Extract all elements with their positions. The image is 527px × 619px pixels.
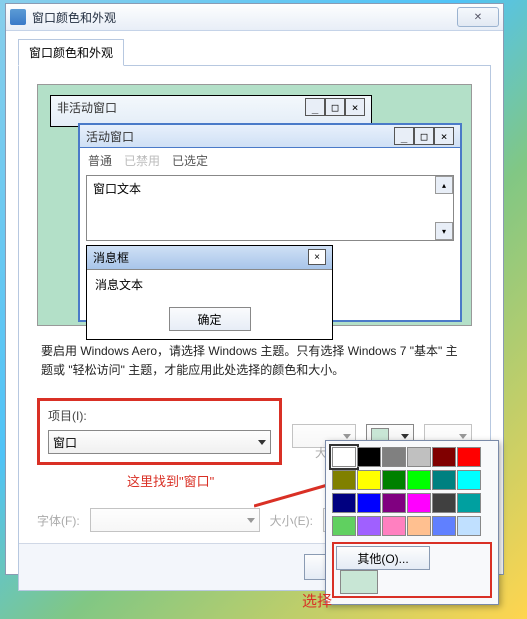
palette-color[interactable]	[457, 470, 481, 490]
close-icon: ×	[308, 249, 326, 265]
window-text-box: 窗口文本 ▴ ▾	[86, 175, 454, 241]
palette-color[interactable]	[382, 516, 406, 536]
palette-color[interactable]	[432, 493, 456, 513]
palette-color[interactable]	[357, 516, 381, 536]
chevron-down-icon	[459, 434, 467, 439]
fontsize-label: 大小(E):	[270, 512, 313, 529]
palette-color[interactable]	[332, 470, 356, 490]
chevron-down-icon	[343, 434, 351, 439]
palette-color[interactable]	[432, 470, 456, 490]
menu-bar: 普通 已禁用 已选定	[80, 148, 460, 173]
close-icon: ×	[345, 98, 365, 116]
color-palette-popup: 其他(O)...	[325, 440, 499, 605]
preview-area: 非活动窗口 _ □ × 活动窗口 _ □ ×	[37, 84, 472, 326]
msgbox-title: 消息框	[93, 249, 308, 266]
inactive-window-title: 非活动窗口	[57, 99, 305, 116]
select-annotation: 选择	[302, 590, 332, 611]
item-highlight: 项目(I): 窗口	[37, 398, 282, 465]
active-window: 活动窗口 _ □ × 普通 已禁用 已选定 窗口文本 ▴	[78, 123, 462, 322]
msgbox-text: 消息文本	[87, 270, 332, 301]
item-label: 项目(I):	[48, 407, 271, 424]
palette-color[interactable]	[432, 447, 456, 467]
scroll-up-icon: ▴	[435, 176, 453, 194]
palette-color[interactable]	[407, 493, 431, 513]
minimize-icon: _	[305, 98, 325, 116]
tab-appearance[interactable]: 窗口颜色和外观	[18, 39, 124, 66]
palette-color[interactable]	[407, 516, 431, 536]
palette-color[interactable]	[357, 470, 381, 490]
scroll-down-icon: ▾	[435, 222, 453, 240]
palette-color[interactable]	[357, 493, 381, 513]
message-box: 消息框 × 消息文本 确定	[86, 245, 333, 340]
menu-selected: 已选定	[172, 152, 208, 169]
font-dropdown[interactable]	[90, 508, 260, 532]
palette-color[interactable]	[357, 447, 381, 467]
other-color-button[interactable]: 其他(O)...	[336, 546, 430, 570]
close-icon: ×	[434, 127, 454, 145]
palette-color[interactable]	[432, 516, 456, 536]
chevron-down-icon	[401, 434, 409, 439]
close-button[interactable]: ✕	[457, 7, 499, 27]
item-dropdown[interactable]: 窗口	[48, 430, 271, 454]
minimize-icon: _	[394, 127, 414, 145]
menu-disabled: 已禁用	[124, 152, 160, 169]
menu-normal: 普通	[88, 152, 112, 169]
chevron-down-icon	[258, 440, 266, 445]
color-preview-strip	[340, 570, 378, 594]
active-window-title: 活动窗口	[86, 128, 394, 145]
item-value: 窗口	[53, 434, 77, 451]
window-title: 窗口颜色和外观	[32, 9, 457, 26]
palette-color[interactable]	[382, 447, 406, 467]
palette-color[interactable]	[382, 470, 406, 490]
description-text: 要启用 Windows Aero，请选择 Windows 主题。只有选择 Win…	[37, 342, 472, 394]
font-label: 字体(F):	[37, 512, 80, 529]
chevron-down-icon	[247, 518, 255, 523]
palette-color[interactable]	[382, 493, 406, 513]
palette-color[interactable]	[457, 493, 481, 513]
palette-color[interactable]	[332, 447, 356, 467]
palette-color[interactable]	[332, 493, 356, 513]
ok-button: 确定	[169, 307, 251, 331]
palette-color[interactable]	[407, 447, 431, 467]
other-color-highlight: 其他(O)...	[332, 542, 492, 598]
palette-color[interactable]	[457, 447, 481, 467]
palette-color[interactable]	[332, 516, 356, 536]
titlebar: 窗口颜色和外观 ✕	[6, 4, 503, 31]
window-text: 窗口文本	[93, 182, 141, 196]
app-icon	[10, 9, 26, 25]
palette-color[interactable]	[407, 470, 431, 490]
palette-color[interactable]	[457, 516, 481, 536]
maximize-icon: □	[414, 127, 434, 145]
maximize-icon: □	[325, 98, 345, 116]
